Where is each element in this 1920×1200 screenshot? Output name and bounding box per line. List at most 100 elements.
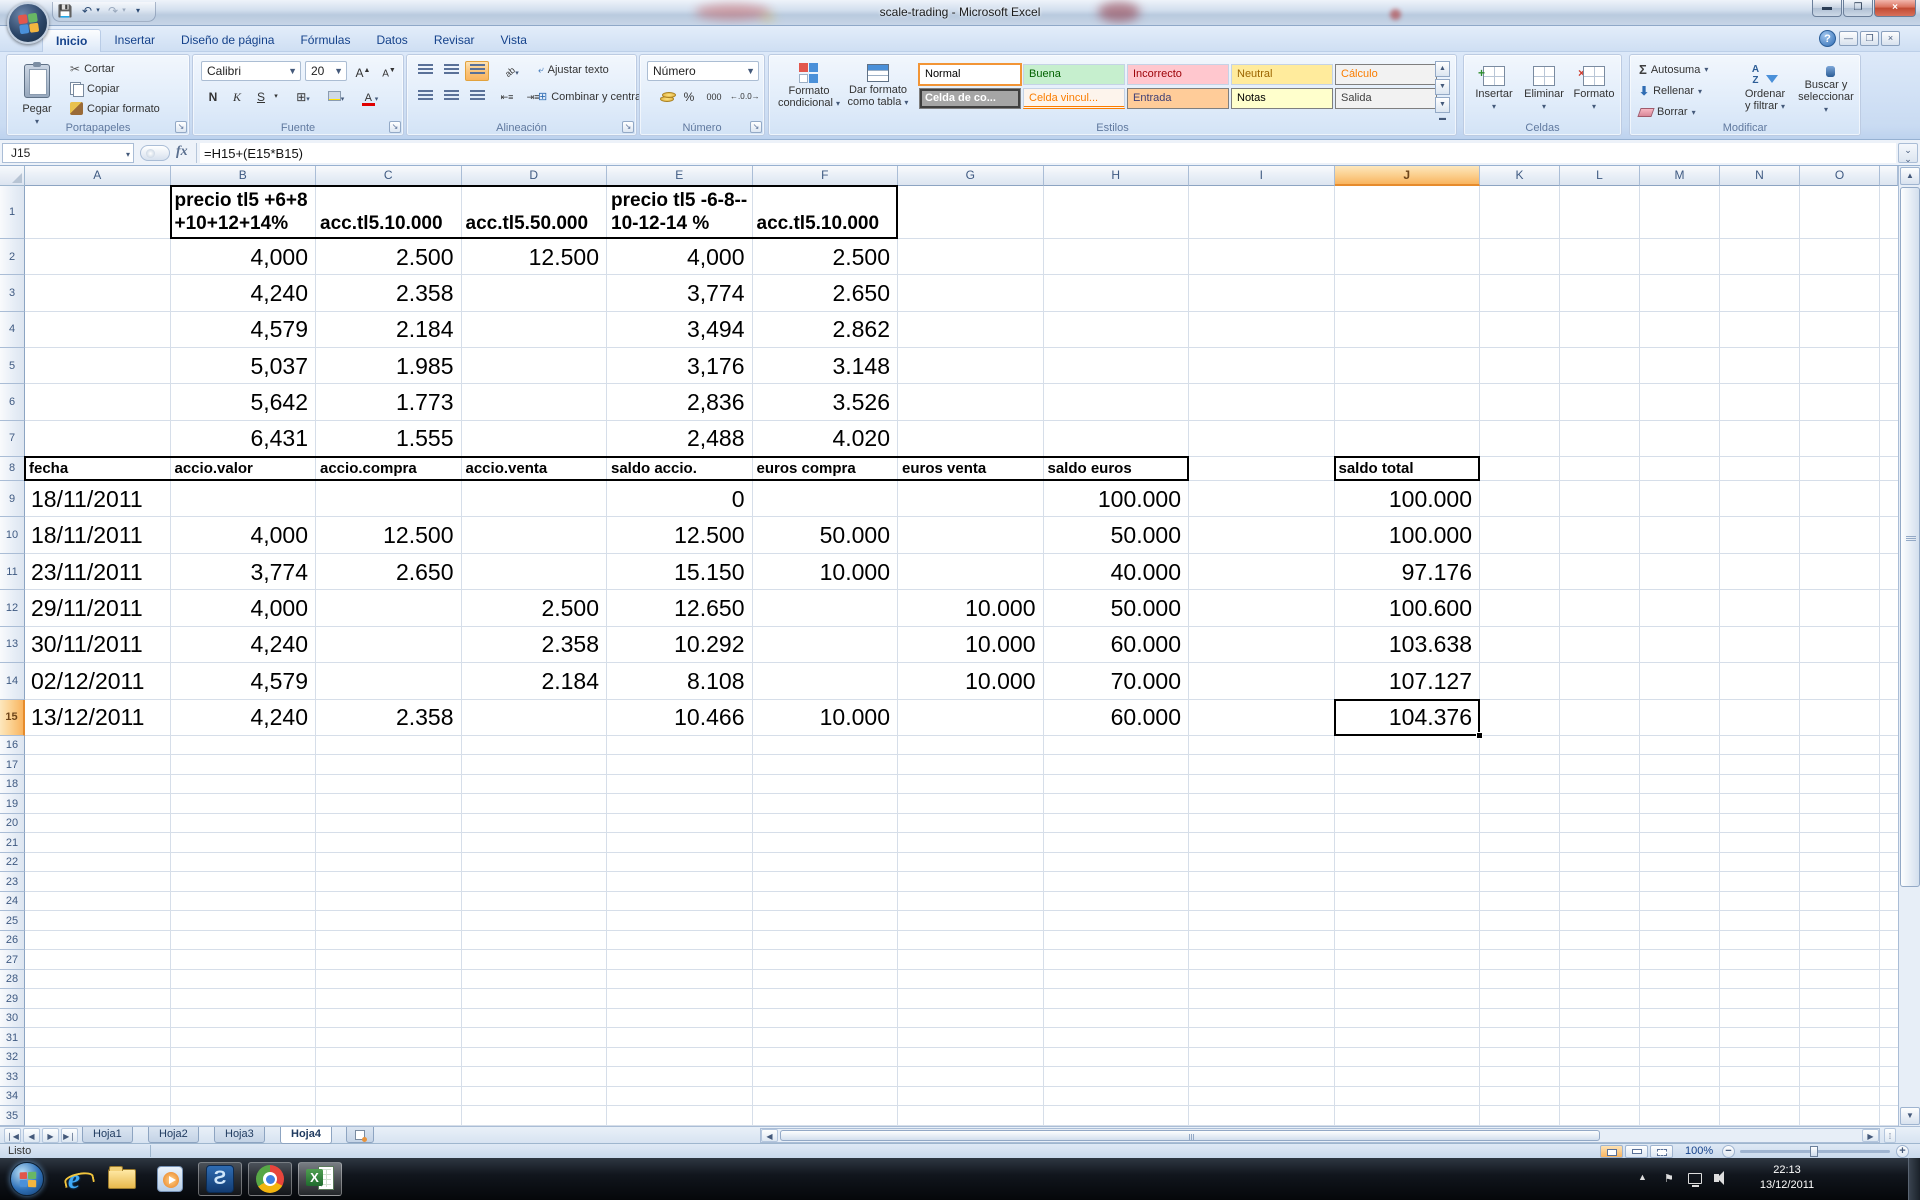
tray-network-icon[interactable] (1688, 1173, 1702, 1184)
cell-A11[interactable]: 23/11/2011 (25, 554, 171, 590)
cell-E6[interactable]: 2,836 (607, 384, 753, 420)
cell-J8[interactable]: saldo total (1335, 457, 1481, 481)
find-select-button[interactable]: Buscar yseleccionar ▾ (1796, 60, 1856, 128)
ribbon-tab-inicio[interactable]: Inicio (42, 29, 101, 52)
row-header-7[interactable]: 7 (0, 421, 25, 457)
alignment-dialog-launcher[interactable]: ↘ (622, 121, 634, 133)
cell-G13[interactable]: 10.000 (898, 627, 1044, 663)
cell-H14[interactable]: 70.000 (1044, 663, 1190, 699)
cell-B12[interactable]: 4,000 (171, 590, 317, 626)
column-header-C[interactable]: C (316, 166, 462, 186)
column-header-G[interactable]: G (898, 166, 1044, 186)
insert-function-button[interactable]: fx (176, 144, 188, 160)
restore-button[interactable]: ❐ (1843, 0, 1873, 17)
underline-button[interactable]: S (249, 87, 273, 107)
styles-scroll-down[interactable]: ▼ (1435, 79, 1450, 95)
tab-split-handle[interactable]: ⁞ (1884, 1128, 1896, 1143)
save-button[interactable]: 💾 (56, 3, 74, 20)
number-format-combo[interactable]: Número▼ (647, 61, 759, 81)
cell-D13[interactable]: 2.358 (462, 627, 608, 663)
row-header-5[interactable]: 5 (0, 348, 25, 384)
cell-style-buena[interactable]: Buena (1023, 64, 1125, 85)
ribbon-tab-fórmulas[interactable]: Fórmulas (287, 29, 363, 52)
cell-B2[interactable]: 4,000 (171, 239, 317, 275)
sheet-tab-hoja4[interactable]: Hoja4 (280, 1127, 332, 1144)
row-header-17[interactable]: 17 (0, 755, 25, 775)
cell-A13[interactable]: 30/11/2011 (25, 627, 171, 663)
next-sheet-button[interactable]: ▶ (42, 1128, 59, 1143)
cell-B14[interactable]: 4,579 (171, 663, 317, 699)
cell-style-salida[interactable]: Salida (1335, 88, 1437, 109)
cell-C5[interactable]: 1.985 (316, 348, 462, 384)
cell-F1[interactable]: acc.tl5.10.000 (753, 186, 899, 239)
align-middle-button[interactable] (439, 61, 463, 81)
cell-H15[interactable]: 60.000 (1044, 700, 1190, 736)
row-header-15[interactable]: 15 (0, 700, 25, 736)
row-header-30[interactable]: 30 (0, 1009, 25, 1029)
comma-style-button[interactable]: 000 (701, 87, 727, 107)
view-page-break-button[interactable] (1650, 1145, 1673, 1158)
cell-C15[interactable]: 2.358 (316, 700, 462, 736)
row-header-8[interactable]: 8 (0, 457, 25, 481)
row-header-12[interactable]: 12 (0, 590, 25, 626)
autosum-button[interactable]: ΣAutosuma▾ (1636, 61, 1711, 78)
cell-B13[interactable]: 4,240 (171, 627, 317, 663)
row-header-2[interactable]: 2 (0, 239, 25, 275)
column-header-B[interactable]: B (171, 166, 317, 186)
row-header-13[interactable]: 13 (0, 627, 25, 663)
cell-E13[interactable]: 10.292 (607, 627, 753, 663)
cell-style-normal[interactable]: Normal (919, 64, 1021, 85)
column-header-N[interactable]: N (1720, 166, 1800, 186)
sort-filter-button[interactable]: AZ Ordenary filtrar ▾ (1736, 60, 1794, 128)
cell-A14[interactable]: 02/12/2011 (25, 663, 171, 699)
column-header-J[interactable]: J (1335, 166, 1481, 186)
cell-E4[interactable]: 3,494 (607, 312, 753, 348)
cell-J15[interactable]: 104.376 (1335, 700, 1481, 736)
insert-cells-button[interactable]: + Insertar▾ (1470, 60, 1518, 128)
zoom-level[interactable]: 100% (1685, 1145, 1713, 1157)
row-header-16[interactable]: 16 (0, 736, 25, 756)
increase-decimal-button[interactable]: ←.0 (729, 87, 744, 107)
cell-E12[interactable]: 12.650 (607, 590, 753, 626)
cell-C2[interactable]: 2.500 (316, 239, 462, 275)
redo-dropdown[interactable]: ▾ (120, 3, 128, 20)
column-header-O[interactable]: O (1800, 166, 1880, 186)
clipboard-dialog-launcher[interactable]: ↘ (175, 121, 187, 133)
row-header-6[interactable]: 6 (0, 384, 25, 420)
name-box[interactable]: J15 ▾ (2, 143, 134, 163)
row-header-25[interactable]: 25 (0, 911, 25, 931)
row-header-28[interactable]: 28 (0, 970, 25, 990)
cell-E2[interactable]: 4,000 (607, 239, 753, 275)
decrease-decimal-button[interactable]: .0→ (744, 87, 759, 107)
workbook-close-button[interactable]: × (1881, 31, 1900, 46)
row-header-14[interactable]: 14 (0, 663, 25, 699)
row-header-32[interactable]: 32 (0, 1048, 25, 1068)
row-header-11[interactable]: 11 (0, 554, 25, 590)
first-sheet-button[interactable]: ❘◀ (4, 1128, 21, 1143)
cell-H9[interactable]: 100.000 (1044, 481, 1190, 517)
column-header-F[interactable]: F (753, 166, 899, 186)
align-left-button[interactable] (413, 87, 437, 107)
cell-J12[interactable]: 100.600 (1335, 590, 1481, 626)
cell-C1[interactable]: acc.tl5.10.000 (316, 186, 462, 239)
office-button[interactable] (7, 2, 49, 44)
ribbon-tab-insertar[interactable]: Insertar (101, 29, 168, 52)
cell-C11[interactable]: 2.650 (316, 554, 462, 590)
sheet-tab-hoja3[interactable]: Hoja3 (214, 1127, 265, 1143)
taskbar-chrome-button[interactable] (248, 1162, 292, 1196)
merge-center-button[interactable]: ⊞Combinar y centrar▾ (535, 89, 656, 104)
sheet-tab-hoja2[interactable]: Hoja2 (148, 1127, 199, 1143)
cell-E5[interactable]: 3,176 (607, 348, 753, 384)
tray-volume-icon[interactable] (1714, 1174, 1719, 1182)
cell-B3[interactable]: 4,240 (171, 275, 317, 311)
zoom-out-button[interactable]: − (1722, 1145, 1735, 1158)
column-header-H[interactable]: H (1044, 166, 1190, 186)
cell-B1[interactable]: precio tl5 +6+8 +10+12+14% (171, 186, 317, 239)
qat-customize-button[interactable]: ▾ (132, 3, 144, 20)
column-header-K[interactable]: K (1480, 166, 1560, 186)
cell-F4[interactable]: 2.862 (753, 312, 899, 348)
select-all-corner[interactable] (0, 166, 25, 186)
column-header-I[interactable]: I (1189, 166, 1335, 186)
row-header-1[interactable]: 1 (0, 186, 25, 239)
cell-C3[interactable]: 2.358 (316, 275, 462, 311)
